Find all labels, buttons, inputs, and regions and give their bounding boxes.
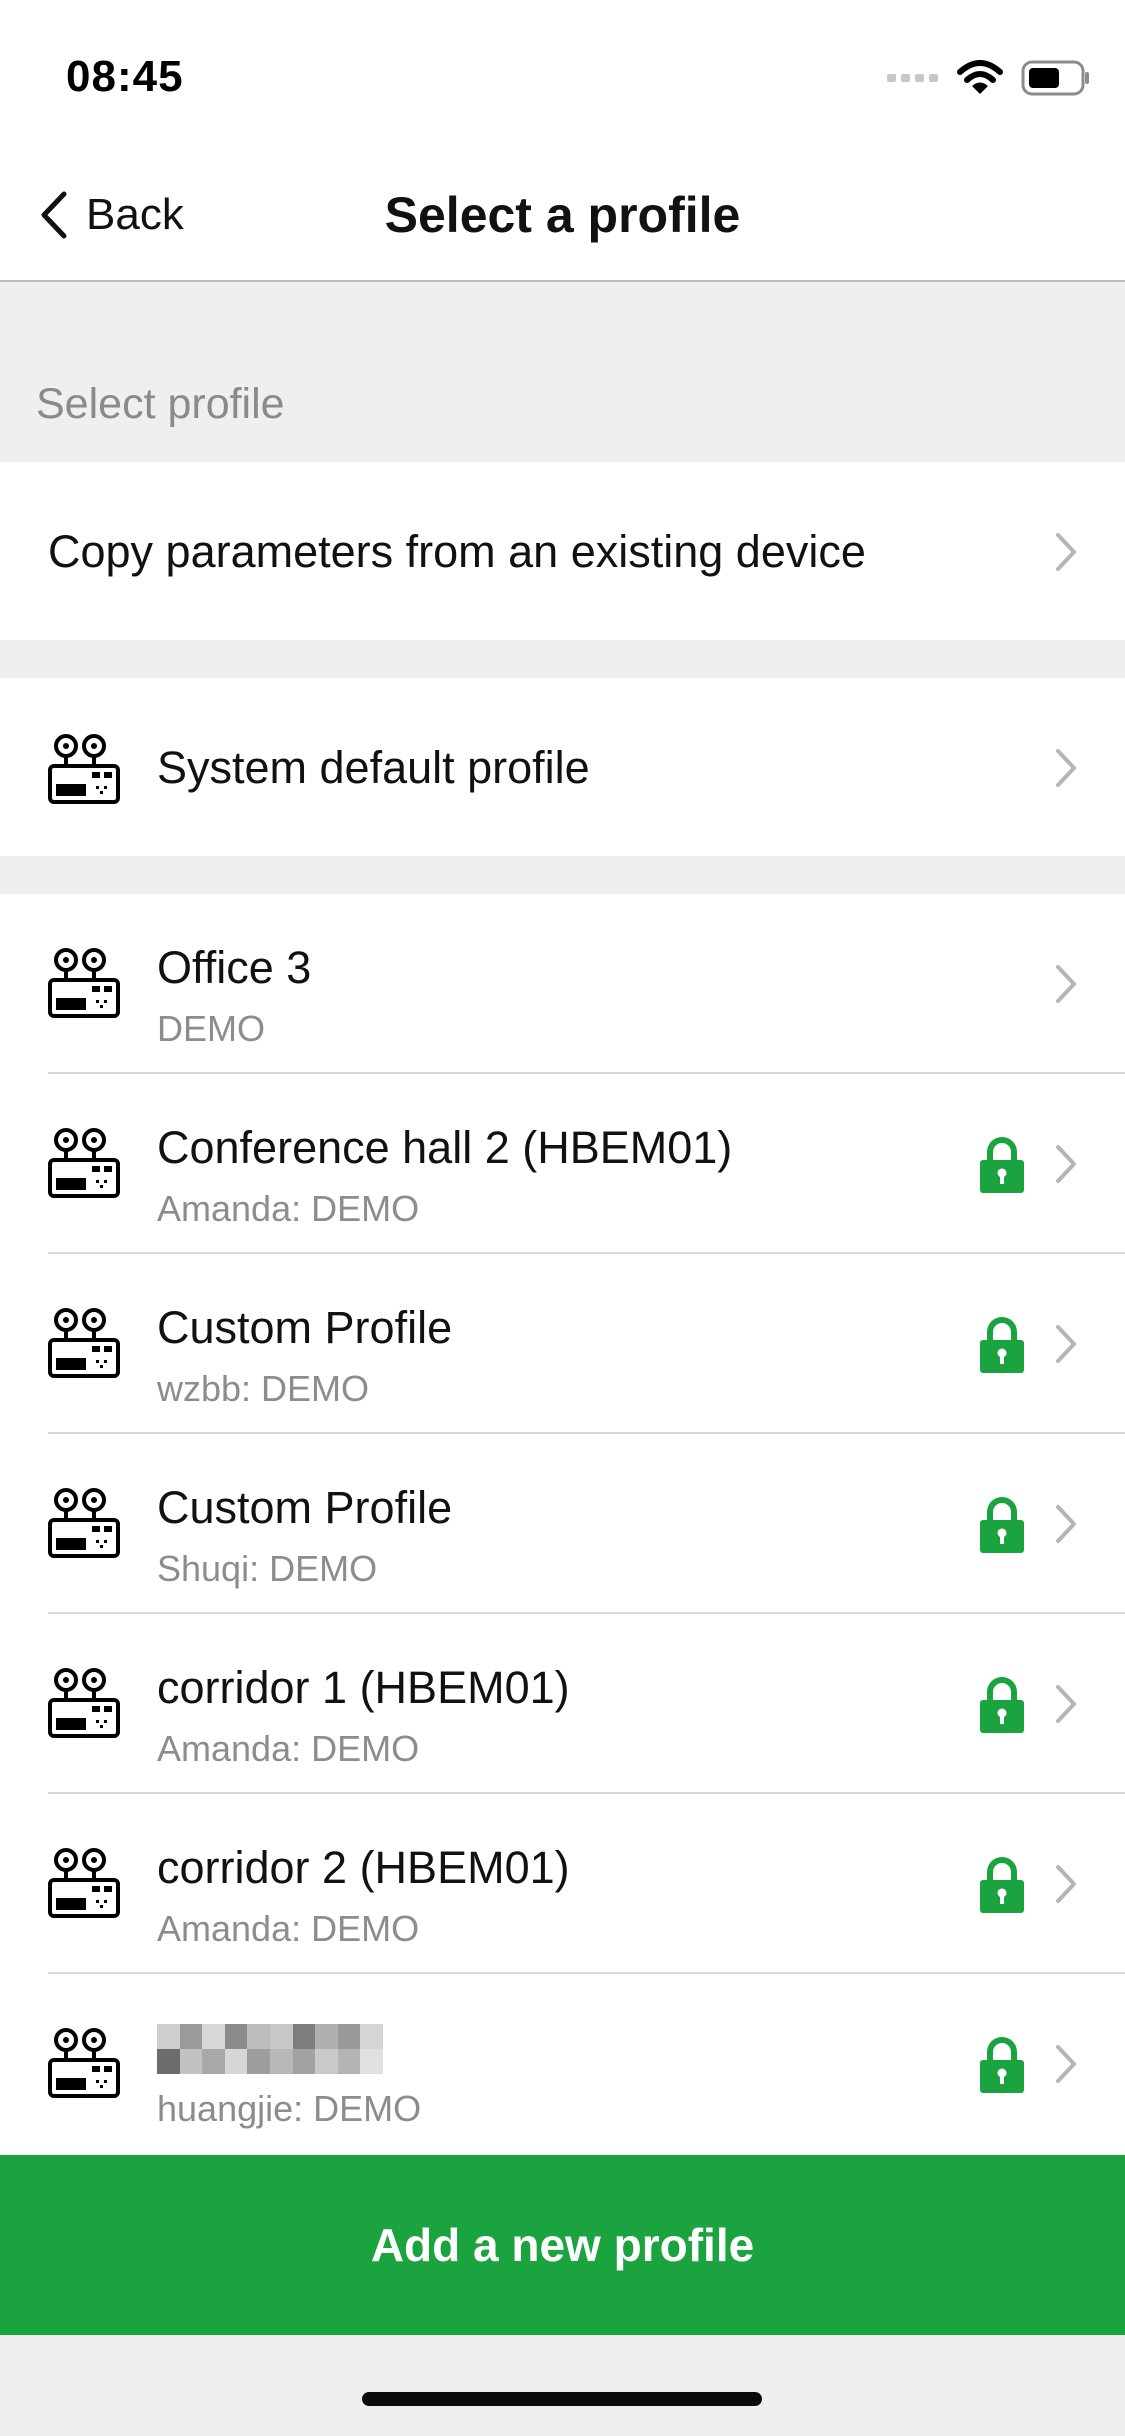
lock-icon <box>980 1317 1024 1373</box>
profile-title: Conference hall 2 (HBEM01) <box>157 1122 733 1173</box>
device-icon <box>48 1488 120 1558</box>
profile-row[interactable]: Custom Profile wzbb: DEMO <box>0 1254 1125 1434</box>
lock-icon <box>980 1857 1024 1913</box>
profile-title: Custom Profile <box>157 1302 453 1353</box>
chevron-right-icon <box>1056 1325 1076 1363</box>
wifi-icon <box>957 60 1003 94</box>
profile-title: corridor 1 (HBEM01) <box>157 1662 570 1713</box>
profile-row[interactable]: corridor 1 (HBEM01) Amanda: DEMO <box>0 1614 1125 1794</box>
chevron-right-icon <box>1056 1145 1076 1183</box>
chevron-right-icon <box>1056 1505 1076 1543</box>
profile-subtitle: wzbb: DEMO <box>157 1368 370 1409</box>
lock-icon <box>980 1137 1024 1193</box>
chevron-right-icon <box>1056 1685 1076 1723</box>
device-icon <box>48 1128 120 1198</box>
profile-subtitle: Amanda: DEMO <box>157 1908 420 1949</box>
chevron-right-icon <box>1056 965 1076 1003</box>
copy-parameters-label: Copy parameters from an existing device <box>48 526 866 577</box>
device-icon <box>48 734 120 804</box>
pixelated-profile-name <box>157 2024 383 2074</box>
status-time: 08:45 <box>66 52 184 101</box>
lock-icon <box>980 1677 1024 1733</box>
section-header: Select profile <box>36 380 285 428</box>
home-indicator[interactable] <box>362 2392 762 2406</box>
system-default-profile-label: System default profile <box>157 742 590 793</box>
device-icon <box>48 1308 120 1378</box>
profile-row[interactable]: corridor 2 (HBEM01) Amanda: DEMO <box>0 1794 1125 1974</box>
profile-row[interactable]: Conference hall 2 (HBEM01) Amanda: DEMO <box>0 1074 1125 1254</box>
profile-row[interactable]: Office 3 DEMO <box>0 894 1125 1074</box>
battery-icon <box>1021 60 1089 96</box>
copy-parameters-row[interactable]: Copy parameters from an existing device <box>0 462 1125 640</box>
page-title: Select a profile <box>384 187 741 243</box>
profile-subtitle: huangjie: DEMO <box>157 2088 422 2129</box>
add-new-profile-button[interactable]: Add a new profile <box>0 2155 1125 2335</box>
profile-row[interactable]: Custom Profile Shuqi: DEMO <box>0 1434 1125 1614</box>
chevron-right-icon <box>1056 749 1076 787</box>
device-icon <box>48 1668 120 1738</box>
chevron-right-icon <box>1056 1865 1076 1903</box>
chevron-right-icon <box>1056 2045 1076 2083</box>
system-default-profile-row[interactable]: System default profile <box>0 678 1125 856</box>
lock-icon <box>980 1497 1024 1553</box>
profile-subtitle: Shuqi: DEMO <box>157 1548 378 1589</box>
chevron-right-icon <box>1056 533 1076 571</box>
profile-subtitle: Amanda: DEMO <box>157 1728 420 1769</box>
device-icon <box>48 948 120 1018</box>
status-bar: 08:45 <box>0 0 1125 150</box>
profile-subtitle: DEMO <box>157 1008 265 1049</box>
profile-title: corridor 2 (HBEM01) <box>157 1842 570 1893</box>
nav-bar: Back Select a profile <box>0 150 1125 282</box>
profile-subtitle: Amanda: DEMO <box>157 1188 420 1229</box>
profile-title: Custom Profile <box>157 1482 453 1533</box>
profile-row[interactable]: huangjie: DEMO <box>0 1974 1125 2155</box>
device-icon <box>48 1848 120 1918</box>
signal-icon <box>887 74 938 82</box>
device-icon <box>48 2028 120 2098</box>
lock-icon <box>980 2037 1024 2093</box>
profile-title: Office 3 <box>157 942 312 993</box>
status-icons <box>887 60 1091 96</box>
